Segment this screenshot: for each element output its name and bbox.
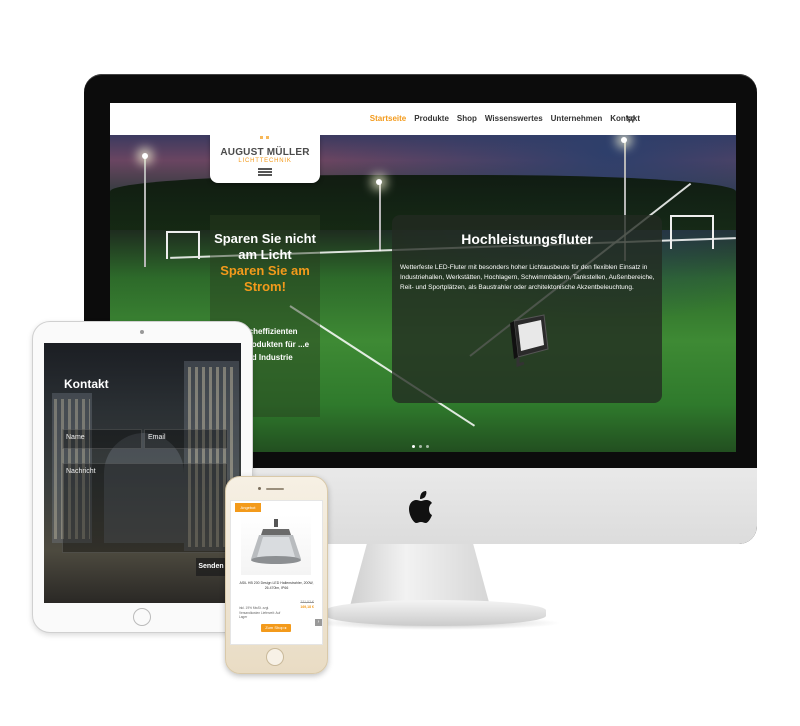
imac-stand-neck <box>350 544 490 606</box>
nav-produkte[interactable]: Produkte <box>414 114 449 123</box>
message-label: Nachricht <box>66 468 96 475</box>
stadium-light <box>376 179 382 185</box>
contact-title: Kontakt <box>64 377 109 391</box>
offer-badge: Angebot <box>235 503 261 512</box>
ipad-camera <box>140 330 144 334</box>
site-header: Startseite Produkte Shop Wissenswertes U… <box>110 103 736 135</box>
email-label: Email <box>148 434 166 441</box>
brand-lines-icon <box>258 168 272 177</box>
next-arrow-icon[interactable]: › <box>315 619 322 626</box>
stadium-light <box>142 153 148 159</box>
nav-unternehmen[interactable]: Unternehmen <box>551 114 603 123</box>
soccer-goal <box>166 231 200 259</box>
apple-logo-icon <box>409 491 432 523</box>
ipad-home-button <box>133 608 151 626</box>
name-label: Name <box>66 434 85 441</box>
logo-dots-icon <box>260 136 269 139</box>
led-floodlight-image <box>510 314 549 368</box>
iphone-camera <box>258 487 261 490</box>
slide-headline-accent: Sparen Sie am Strom! <box>220 263 310 294</box>
message-field[interactable] <box>62 463 228 553</box>
slide-headline: Sparen Sie nicht am Licht <box>214 231 316 262</box>
imac-stand-foot <box>326 600 546 626</box>
nav-wissenswertes[interactable]: Wissenswertes <box>485 114 543 123</box>
light-pole <box>379 181 381 251</box>
ipad-screen: Kontakt Name Email Nachricht Senden <box>44 343 241 603</box>
nav-startseite[interactable]: Startseite <box>370 114 406 123</box>
iphone-home-button <box>266 648 284 666</box>
slider-dot[interactable] <box>419 445 422 448</box>
slider-dot[interactable] <box>412 445 415 448</box>
main-navigation: Startseite Produkte Shop Wissenswertes U… <box>370 114 640 123</box>
iphone-speaker <box>266 488 284 490</box>
slide-card-text: Wetterfeste LED-Fluter mit besonders hoh… <box>400 264 655 291</box>
price-new: 169,18 € <box>300 605 314 609</box>
stadium-light <box>621 137 627 143</box>
slide-card-title: Hochleistungsfluter <box>461 231 593 247</box>
hall-lamp-image <box>241 515 311 575</box>
send-button[interactable]: Senden <box>196 558 226 576</box>
brand-name: AUGUST MÜLLER <box>220 147 310 158</box>
nav-shop[interactable]: Shop <box>457 114 477 123</box>
shop-button[interactable]: Zum Shop ▸ <box>261 624 291 632</box>
price-block: 331,53 € 169,18 € <box>300 600 314 610</box>
price-info: inkl. 19% MwSt. zzgl. Versandkosten Lief… <box>239 606 281 619</box>
brand-subtitle: LICHTTECHNIK <box>238 158 292 164</box>
slider-dot[interactable] <box>426 445 429 448</box>
slider-pagination <box>412 445 429 448</box>
light-pole <box>144 157 146 267</box>
slide-body-text: ...cheffizienten ...rodukten für ...e un… <box>242 327 310 362</box>
iphone-screen: Angebot ASIL HB 200 Design LED Hallenstr… <box>230 500 323 645</box>
product-name[interactable]: ASIL HB 200 Design LED Hallenstrahler, 2… <box>235 581 318 591</box>
cart-icon[interactable] <box>626 115 635 123</box>
slide-product-card: Hochleistungsfluter Wetterfeste LED-Flut… <box>392 215 662 403</box>
soccer-goal <box>670 215 714 249</box>
brand-logo[interactable]: AUGUST MÜLLER LICHTTECHNIK <box>210 135 320 183</box>
